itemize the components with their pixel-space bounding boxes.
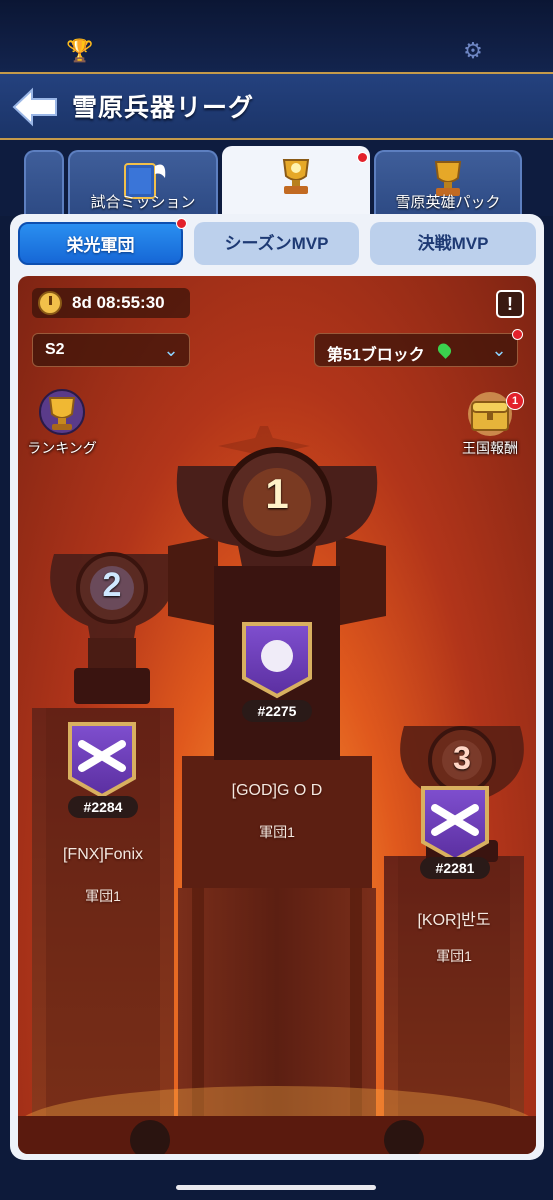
header: 雪原兵器リーグ: [0, 72, 553, 140]
page-title: 雪原兵器リーグ: [72, 94, 255, 122]
legion-label-2nd: 軍団1: [85, 888, 121, 904]
tab-partial[interactable]: [24, 150, 64, 216]
tab-bar: 試合ミッション 雪原英雄パック: [0, 140, 553, 216]
block-select[interactable]: 第51ブロック ⌄: [314, 333, 518, 367]
subtab-glory-legion[interactable]: 栄光軍団: [18, 222, 183, 265]
alliance-name-1st[interactable]: [GOD]G O D: [182, 782, 372, 800]
trophy-icon[interactable]: 🏆: [66, 38, 93, 64]
alliance-name-2nd[interactable]: [FNX]Fonix: [32, 846, 174, 864]
trophy-icon: [282, 159, 310, 194]
legion-banner-1st: [242, 622, 312, 699]
podium-arena: 8d 08:55:30 ! S2 ⌄ 第51ブロック ⌄ ランキング 1 王国報…: [18, 276, 536, 1154]
notification-dot: [176, 218, 187, 229]
alliance-tag-3rd: #2281: [420, 857, 490, 879]
clock-icon: [38, 291, 62, 315]
tab-glory[interactable]: [222, 146, 370, 216]
tab-hero-pack[interactable]: 雪原英雄パック: [374, 150, 522, 216]
info-button[interactable]: !: [496, 290, 524, 318]
legion-banner-2nd: [68, 722, 136, 799]
subtab-season-mvp[interactable]: シーズンMVP: [194, 222, 359, 265]
rank-2-number: 2: [102, 566, 122, 604]
chevron-down-icon: ⌄: [491, 340, 507, 360]
notification-dot: [512, 329, 523, 340]
season-select[interactable]: S2 ⌄: [32, 333, 190, 367]
tab-match-mission[interactable]: 試合ミッション: [68, 150, 218, 216]
alliance-tag-2nd: #2284: [68, 796, 138, 818]
alliance-tag-1st: #2275: [242, 700, 312, 722]
main-panel: 栄光軍団 シーズンMVP 決戦MVP 8d 08:55:30 ! S2 ⌄ 第5…: [10, 214, 544, 1160]
legion-label-1st: 軍団1: [259, 824, 295, 840]
alliance-name-3rd[interactable]: [KOR]반도: [384, 906, 524, 930]
subtab-battle-mvp[interactable]: 決戦MVP: [370, 222, 536, 265]
rank-1-number: 1: [265, 470, 289, 517]
legion-label-3rd: 軍団1: [436, 948, 472, 964]
back-arrow-icon: [12, 87, 57, 127]
legion-banner-3rd: [421, 786, 489, 863]
bottom-bar: [0, 1166, 553, 1200]
reward-badge: 1: [506, 392, 524, 410]
top-bar: 🏆 ⚙: [0, 0, 553, 72]
home-indicator[interactable]: [176, 1185, 376, 1190]
rank-3-number: 3: [453, 740, 471, 776]
season-timer: 8d 08:55:30: [32, 288, 190, 318]
gear-icon[interactable]: ⚙: [460, 38, 486, 64]
chevron-down-icon: ⌄: [163, 340, 179, 360]
back-button[interactable]: [10, 84, 60, 130]
notification-dot: [357, 152, 368, 163]
location-pin-icon: [435, 341, 454, 359]
